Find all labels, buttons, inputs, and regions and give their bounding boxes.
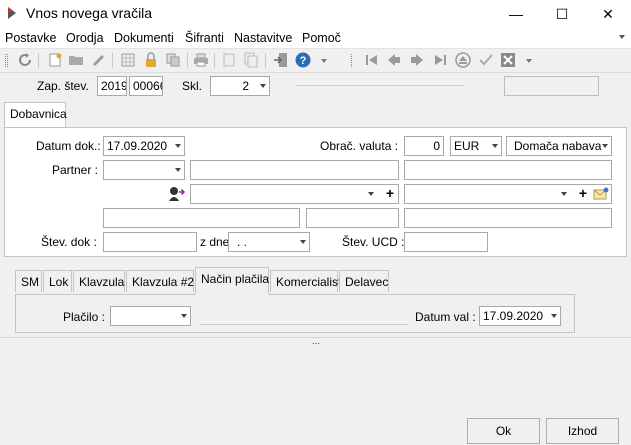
z-dne-value: . . bbox=[237, 235, 248, 249]
z-dne-label: z dne bbox=[200, 235, 230, 249]
menu-sifranti[interactable]: Šifranti bbox=[185, 31, 224, 45]
contact-email-combo[interactable]: + bbox=[404, 184, 612, 204]
pages-icon[interactable] bbox=[243, 52, 259, 68]
tab-komercialist[interactable]: Komercialist bbox=[270, 270, 341, 292]
grid-icon[interactable] bbox=[120, 52, 136, 68]
tab-nacin-placila[interactable]: Način plačila bbox=[195, 267, 269, 295]
datum-dok-value: 17.09.2020 bbox=[107, 139, 168, 153]
menu-nastavitve[interactable]: Nastavitve bbox=[234, 31, 292, 45]
valuta-code-value: EUR bbox=[454, 139, 480, 153]
address-field-1[interactable] bbox=[103, 208, 300, 228]
ok-button[interactable]: Ok bbox=[467, 418, 540, 444]
folder-icon[interactable] bbox=[68, 52, 84, 68]
placilo-label: Plačilo : bbox=[63, 310, 106, 324]
partner-label: Partner : bbox=[52, 163, 99, 177]
add-contact-icon[interactable]: + bbox=[386, 185, 394, 201]
header-row: Zap. štev. 2019 00066 Skl. 2 bbox=[0, 72, 631, 98]
tab-dobavnica[interactable]: Dobavnica bbox=[4, 102, 67, 128]
valuta-rate-field[interactable]: 0 bbox=[404, 136, 444, 156]
year-field[interactable]: 2019 bbox=[97, 76, 127, 96]
title-bar: Vnos novega vračila — ☐ ✕ bbox=[0, 0, 631, 28]
tab-sm[interactable]: SM bbox=[15, 270, 42, 292]
help-icon[interactable]: ? bbox=[295, 52, 311, 68]
address-field-3[interactable] bbox=[404, 208, 612, 228]
valuta-code-combo[interactable]: EUR bbox=[450, 136, 502, 156]
stev-ucd-label: Štev. UCD : bbox=[342, 235, 405, 249]
menu-chevron-icon[interactable] bbox=[619, 35, 625, 39]
menu-dokumenti[interactable]: Dokumenti bbox=[114, 31, 174, 45]
contacts-icon[interactable] bbox=[168, 186, 186, 202]
confirm-icon[interactable] bbox=[478, 52, 494, 68]
email-icon[interactable] bbox=[593, 187, 609, 201]
next-record-icon[interactable] bbox=[409, 52, 425, 68]
placilo-divider bbox=[200, 324, 408, 325]
print-icon[interactable] bbox=[193, 52, 209, 68]
svg-text:?: ? bbox=[300, 55, 307, 67]
eject-icon[interactable] bbox=[455, 52, 471, 68]
number-field[interactable]: 00066 bbox=[129, 76, 163, 96]
contact-combo[interactable]: + bbox=[190, 184, 399, 204]
maximize-button[interactable]: ☐ bbox=[539, 0, 585, 28]
menu-pomoc[interactable]: Pomoč bbox=[302, 31, 341, 45]
new-document-icon[interactable] bbox=[47, 52, 63, 68]
datum-val-field[interactable]: 17.09.2020 bbox=[479, 306, 561, 326]
copy-icon[interactable] bbox=[165, 52, 181, 68]
datum-val-value: 17.09.2020 bbox=[483, 309, 544, 323]
datum-dok-field[interactable]: 17.09.2020 bbox=[103, 136, 185, 156]
menu-postavke[interactable]: Postavke bbox=[5, 31, 56, 45]
nabava-combo[interactable]: Domača nabava bbox=[506, 136, 612, 156]
header-empty-field[interactable] bbox=[504, 76, 599, 96]
lock-icon[interactable] bbox=[143, 52, 159, 68]
header-divider bbox=[296, 85, 464, 86]
tab-klavzula-2[interactable]: Klavzula #2 bbox=[126, 270, 194, 292]
splitter-grip[interactable]: ... bbox=[312, 336, 320, 347]
window-title: Vnos novega vračila bbox=[26, 5, 153, 21]
skl-combo[interactable]: 2 bbox=[210, 76, 270, 96]
help-dropdown-icon[interactable] bbox=[321, 59, 327, 63]
menu-bar: Postavke Orodja Dokumenti Šifranti Nasta… bbox=[0, 28, 631, 48]
tab-lok[interactable]: Lok bbox=[43, 270, 72, 292]
tab-klavzula[interactable]: Klavzula bbox=[73, 270, 125, 292]
edit-icon[interactable] bbox=[91, 52, 107, 68]
cancel-dropdown-icon[interactable] bbox=[526, 59, 532, 63]
first-record-icon[interactable] bbox=[364, 52, 380, 68]
last-record-icon[interactable] bbox=[432, 52, 448, 68]
exit-door-icon[interactable] bbox=[273, 52, 289, 68]
grip-icon-2 bbox=[351, 54, 354, 67]
toolbar: ? bbox=[0, 48, 631, 72]
menu-orodja[interactable]: Orodja bbox=[66, 31, 104, 45]
refresh-icon[interactable] bbox=[17, 52, 33, 68]
exit-button[interactable]: Izhod bbox=[546, 418, 619, 444]
tab-delavec[interactable]: Delavec bbox=[339, 270, 389, 292]
skl-value: 2 bbox=[242, 79, 249, 93]
prev-record-icon[interactable] bbox=[386, 52, 402, 68]
stev-ucd-field[interactable] bbox=[404, 232, 488, 252]
obrac-valuta-label: Obrač. valuta : bbox=[320, 139, 399, 153]
partner-name-field[interactable] bbox=[190, 160, 399, 180]
page-icon[interactable] bbox=[221, 52, 237, 68]
app-icon bbox=[8, 7, 16, 19]
add-email-icon[interactable]: + bbox=[579, 185, 587, 201]
datum-dok-label: Datum dok.: bbox=[36, 139, 101, 153]
cancel-icon[interactable] bbox=[500, 52, 516, 68]
minimize-button[interactable]: — bbox=[493, 0, 539, 28]
grip-icon bbox=[5, 54, 8, 67]
close-button[interactable]: ✕ bbox=[585, 0, 631, 28]
z-dne-field[interactable]: . . bbox=[228, 232, 310, 252]
stev-dok-field[interactable] bbox=[103, 232, 197, 252]
partner-extra-field[interactable] bbox=[404, 160, 612, 180]
zap-stev-label: Zap. štev. bbox=[37, 79, 89, 93]
datum-val-label: Datum val : bbox=[415, 310, 476, 324]
nabava-value: Domača nabava bbox=[514, 139, 602, 153]
partner-combo[interactable] bbox=[103, 160, 185, 180]
address-field-2[interactable] bbox=[306, 208, 399, 228]
skl-label: Skl. bbox=[182, 79, 203, 93]
stev-dok-label: Štev. dok : bbox=[41, 235, 97, 249]
placilo-combo[interactable] bbox=[110, 306, 191, 326]
